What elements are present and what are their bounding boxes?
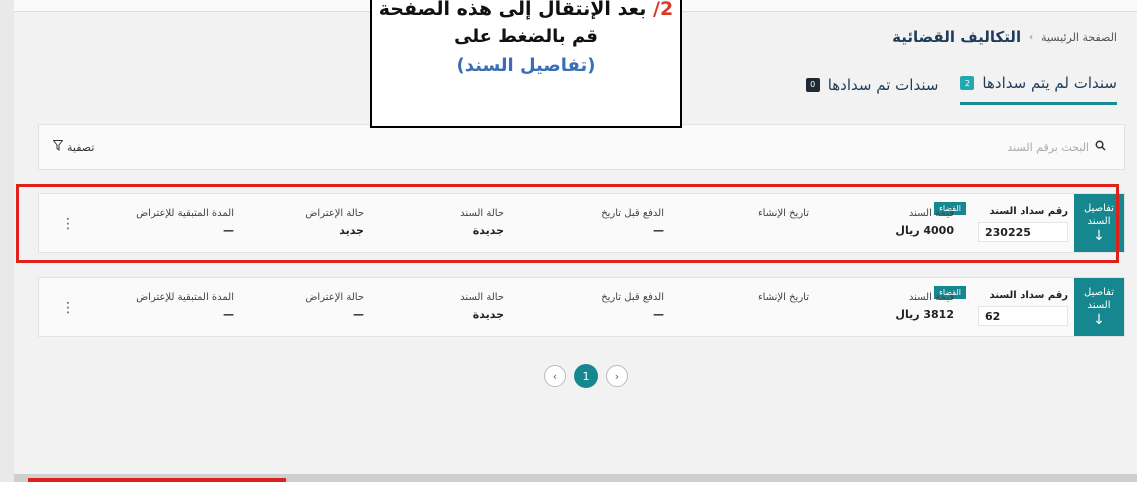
objection-status-field: حالة الإعتراض — xyxy=(305,292,364,321)
search-icon xyxy=(1095,140,1106,154)
instruction-callout: 2/ بعد الإنتقال إلى هذه الصفحة قم بالضغط… xyxy=(370,0,682,128)
callout-line-1: 2/ بعد الإنتقال إلى هذه الصفحة xyxy=(372,0,680,20)
bill-number-field: رقم سداد السند 62 xyxy=(978,290,1068,326)
bill-status-field: حالة السند جديدة xyxy=(460,292,504,321)
tabs: سندات لم يتم سدادها 2 سندات تم سدادها 0 xyxy=(805,74,1117,105)
page-title: التكاليف القضائية xyxy=(892,28,1022,46)
breadcrumb-home[interactable]: الصفحة الرئيسية xyxy=(1041,31,1117,44)
pay-before-field: الدفع قبل تاريخ — xyxy=(601,292,664,321)
filter-button[interactable]: تصفية xyxy=(52,140,95,154)
breadcrumb: الصفحة الرئيسية › التكاليف القضائية xyxy=(892,28,1117,46)
filter-bar: البحث برقم السند تصفية xyxy=(38,124,1125,170)
highlight-box xyxy=(16,184,1119,263)
objection-remaining-field: المدة المتبقية للإعتراض — xyxy=(136,292,234,321)
created-date-label: تاريخ الإنشاء xyxy=(757,292,809,303)
bill-number-label: رقم سداد السند xyxy=(989,290,1069,301)
callout-line-2: قم بالضغط على xyxy=(454,26,598,47)
bill-amount-label: قيمة السند xyxy=(908,292,954,303)
bill-details-button[interactable]: تفاصيل السند ↓ xyxy=(1074,278,1124,336)
filter-label: تصفية xyxy=(67,140,95,154)
objection-remaining-label: المدة المتبقية للإعتراض xyxy=(136,292,234,303)
created-date-field: تاريخ الإنشاء xyxy=(758,292,809,308)
arrow-down-icon: ↓ xyxy=(1093,312,1105,328)
footer-progress xyxy=(28,478,286,482)
tab-paid[interactable]: سندات تم سدادها 0 xyxy=(805,75,939,104)
callout-step-number: 2/ xyxy=(653,0,674,20)
pay-before-value: — xyxy=(653,308,664,321)
page-number-current[interactable]: 1 xyxy=(574,364,598,388)
objection-status-label: حالة الإعتراض xyxy=(305,292,364,303)
tab-unpaid[interactable]: سندات لم يتم سدادها 2 xyxy=(960,74,1117,105)
bill-card: تفاصيل السند ↓ رقم سداد السند 62 القضاء … xyxy=(38,277,1125,337)
tab-unpaid-label: سندات لم يتم سدادها xyxy=(982,74,1117,92)
pagination: ‹ 1 › xyxy=(544,364,628,388)
objection-remaining-value: — xyxy=(223,308,234,321)
bill-status-label: حالة السند xyxy=(460,292,504,303)
breadcrumb-separator: › xyxy=(1029,31,1034,43)
bill-number-value: 62 xyxy=(978,306,1068,326)
bill-details-label: تفاصيل السند xyxy=(1084,287,1114,311)
filter-icon xyxy=(52,140,64,154)
callout-line-1-text: بعد الإنتقال إلى هذه الصفحة xyxy=(378,0,647,20)
chevron-left-icon[interactable]: ‹ xyxy=(544,365,566,387)
search-placeholder: البحث برقم السند xyxy=(1007,140,1089,154)
kebab-menu-icon[interactable]: ⋮ xyxy=(61,300,75,316)
tab-paid-label: سندات تم سدادها xyxy=(827,75,939,94)
search-input[interactable]: البحث برقم السند xyxy=(1007,140,1106,154)
tab-paid-count: 0 xyxy=(805,77,820,92)
bill-amount-field: قيمة السند 3812 ريال xyxy=(895,292,954,321)
pay-before-label: الدفع قبل تاريخ xyxy=(601,292,664,303)
callout-line-3: (تفاصيل السند) xyxy=(456,55,596,76)
tab-unpaid-count: 2 xyxy=(960,76,975,90)
chevron-right-icon[interactable]: › xyxy=(606,365,628,387)
objection-status-value: — xyxy=(353,308,364,321)
bill-amount-value: 3812 ريال xyxy=(895,308,954,321)
bill-status-value: جديدة xyxy=(472,308,504,321)
